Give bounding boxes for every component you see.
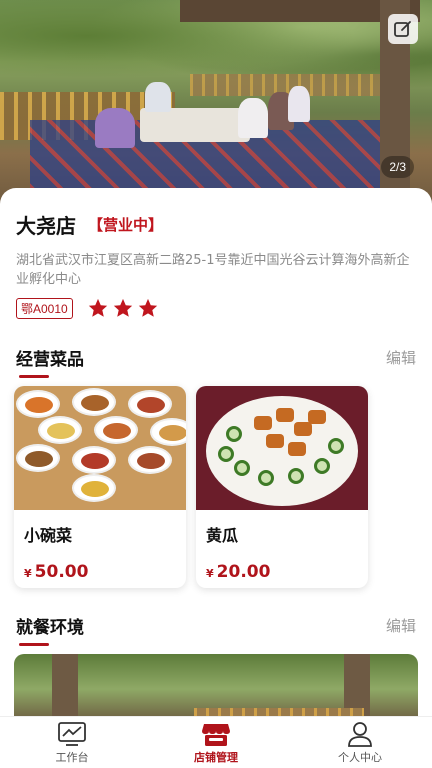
section-title: 经营菜品 [16,345,84,378]
dish-image [14,386,186,510]
edit-photo-button[interactable] [388,14,418,44]
star-rating [87,297,162,319]
star-icon [88,298,107,317]
photo-diner [288,86,310,122]
photo-table [140,108,250,142]
currency-symbol: ¥ [24,567,32,580]
dish-name: 黄瓜 [206,526,239,545]
photo-diner [145,82,171,112]
chart-monitor-icon [58,721,86,746]
store-name: 大尧店 [16,214,76,238]
tab-label: 工作台 [55,750,89,764]
environment-section-header: 就餐环境 编辑 [0,610,432,646]
store-address: 湖北省武汉市江夏区高新二路25-1号靠近中国光谷云计算海外高新企业孵化中心 [16,253,410,287]
store-icon [202,723,230,746]
dishes-section-header: 经营菜品 编辑 [0,342,432,378]
photo-diner [238,98,268,138]
photo-diner [95,108,135,148]
edit-environment-button[interactable]: 编辑 [386,615,416,636]
star-icon [113,298,132,317]
store-info-card: 大尧店 【营业中】 湖北省武汉市江夏区高新二路25-1号靠近中国光谷云计算海外高… [0,188,432,328]
tab-profile[interactable]: 个人中心 [288,717,432,768]
dish-image [196,386,368,510]
store-photo-carousel[interactable]: 2/3 [0,0,432,205]
bottom-tab-bar: 工作台 店铺管理 个人中心 [0,716,432,768]
dish-card[interactable]: 小碗菜 ¥50.00 [14,386,186,588]
star-icon [138,298,157,317]
dish-name: 小碗菜 [24,526,73,545]
environment-photo[interactable] [14,654,418,724]
tab-label: 个人中心 [338,750,382,764]
dish-price: ¥20.00 [206,562,368,582]
tab-workbench[interactable]: 工作台 [0,717,144,768]
dish-list: 小碗菜 ¥50.00 黄瓜 ¥20.00 [14,386,378,588]
store-status: 【营业中】 [88,216,164,234]
user-icon [348,721,372,747]
carousel-pager: 2/3 [381,156,414,178]
store-code-badge: 鄂A0010 [16,297,73,319]
dish-card[interactable]: 黄瓜 ¥20.00 [196,386,368,588]
currency-symbol: ¥ [206,567,214,580]
dish-price: ¥50.00 [24,562,186,582]
section-title: 就餐环境 [16,613,84,646]
edit-square-icon [394,21,411,37]
edit-dishes-button[interactable]: 编辑 [386,347,416,368]
price-value: 50.00 [34,562,89,582]
price-value: 20.00 [216,562,271,582]
tab-store-management[interactable]: 店铺管理 [144,717,288,768]
photo-post [52,654,78,724]
tab-label: 店铺管理 [194,750,238,764]
